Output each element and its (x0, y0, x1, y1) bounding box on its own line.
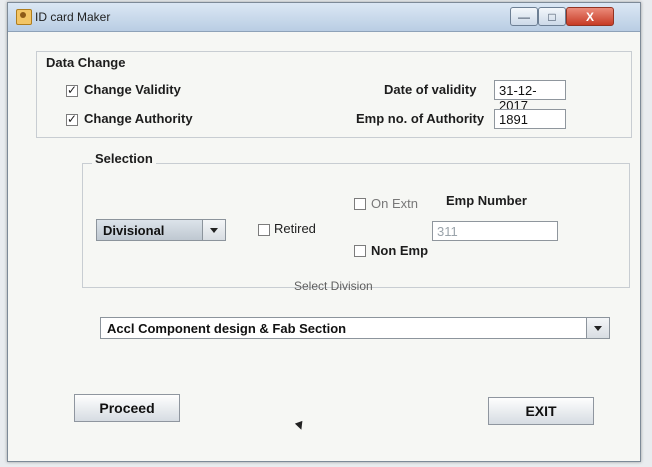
on-extn-checkbox[interactable] (354, 198, 366, 210)
title-bar: ID card Maker — □ X (8, 3, 640, 32)
change-validity-checkbox[interactable] (66, 83, 78, 97)
emp-number-field[interactable]: 311 (432, 221, 558, 241)
division-type-dropdown[interactable]: Divisional (96, 219, 226, 241)
retired-label: Retired (274, 221, 316, 236)
emp-no-authority-label: Emp no. of Authority (356, 111, 485, 126)
id-card-maker-window: ID card Maker — □ X Data Change Change V… (7, 2, 641, 462)
window-title: ID card Maker (35, 10, 111, 24)
close-button[interactable]: X (566, 7, 614, 26)
retired-checkbox[interactable] (258, 224, 270, 236)
chevron-down-icon[interactable] (586, 318, 609, 338)
chevron-down-icon[interactable] (202, 220, 225, 240)
select-division-value: Accl Component design & Fab Section (107, 321, 347, 336)
on-extn-label: On Extn (371, 196, 418, 211)
emp-no-authority-field[interactable]: 1891 (494, 109, 566, 129)
minimize-icon: — (518, 9, 530, 24)
maximize-button[interactable]: □ (538, 7, 566, 26)
date-of-validity-field[interactable]: 31-12-2017 (494, 80, 566, 113)
select-division-dropdown[interactable]: Accl Component design & Fab Section (100, 317, 610, 339)
data-change-label: Data Change (46, 55, 126, 70)
maximize-icon: □ (548, 9, 556, 24)
proceed-button[interactable]: Proceed (74, 394, 180, 422)
selection-label: Selection (92, 151, 156, 166)
exit-button[interactable]: EXIT (488, 397, 594, 425)
division-type-value: Divisional (103, 223, 165, 238)
non-emp-checkbox[interactable] (354, 245, 366, 257)
non-emp-label: Non Emp (371, 243, 429, 258)
date-of-validity-label: Date of validity (384, 82, 477, 97)
close-icon: X (585, 9, 594, 24)
change-validity-label: Change Validity (84, 82, 181, 97)
app-icon (16, 9, 32, 25)
change-authority-checkbox[interactable] (66, 112, 78, 126)
emp-number-label: Emp Number (446, 193, 527, 208)
select-division-label: Select Division (294, 279, 373, 293)
minimize-button[interactable]: — (510, 7, 538, 26)
change-authority-label: Change Authority (84, 111, 193, 126)
